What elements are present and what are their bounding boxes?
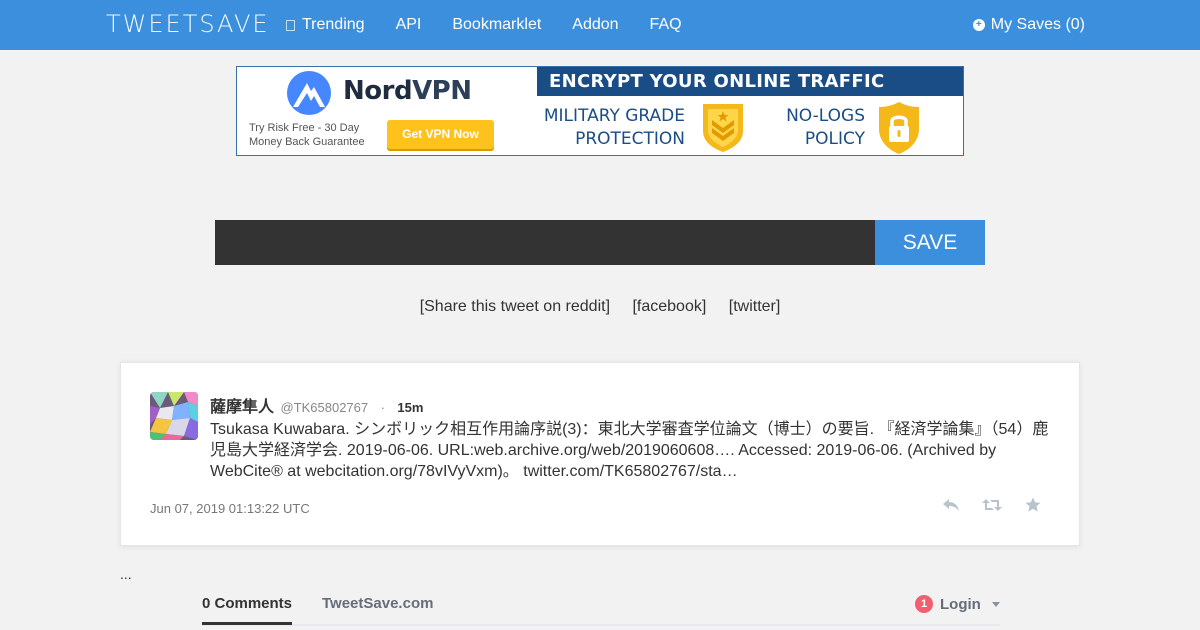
save-button[interactable]: SAVE	[875, 220, 985, 265]
ad-headline: ENCRYPT YOUR ONLINE TRAFFIC	[537, 67, 963, 96]
tweet-header: 薩摩隼人 @TK65802767 · 15m	[210, 393, 423, 417]
comments-divider	[202, 624, 1000, 626]
nordvpn-logo-text: NordVPN	[343, 76, 472, 106]
retweet-icon[interactable]	[982, 496, 1002, 514]
tweet-separator: ·	[380, 400, 385, 415]
nordvpn-mountain-icon	[287, 71, 331, 115]
chevron-down-icon	[991, 601, 1000, 607]
tweet-author-handle[interactable]: @TK65802767	[280, 400, 368, 415]
trending-icon	[286, 19, 295, 31]
tweet-card: 薩摩隼人 @TK65802767 · 15m Tsukasa Kuwabara.…	[120, 362, 1080, 546]
nordvpn-ad-banner[interactable]: NordVPN Try Risk Free - 30 Day Money Bac…	[236, 66, 964, 156]
nav-link-addon[interactable]: Addon	[572, 16, 618, 34]
get-vpn-now-button[interactable]: Get VPN Now	[387, 120, 494, 149]
my-saves-label: My Saves (0)	[990, 16, 1085, 33]
share-links: [Share this tweet on reddit] [facebook] …	[0, 298, 1200, 316]
login-label: Login	[940, 595, 981, 613]
share-facebook-link[interactable]: [facebook]	[632, 298, 706, 315]
ad-feature-no-logs: NO-LOGS POLICY	[786, 106, 865, 149]
nav-links: Trending API Bookmarklet Addon FAQ	[286, 0, 713, 50]
avatar[interactable]	[150, 392, 198, 440]
tweet-text: Tsukasa Kuwabara. シンボリック相互作用論序説(3)：東北大学審…	[210, 421, 1049, 480]
plus-circle-icon: +	[972, 19, 985, 31]
reply-icon[interactable]	[941, 496, 961, 514]
ad-feature-military-grade: MILITARY GRADE PROTECTION	[543, 106, 685, 149]
nav-link-label: Trending	[302, 16, 365, 33]
active-tab-underline	[202, 622, 292, 625]
site-logo[interactable]: TWEETSAVE	[106, 10, 270, 38]
login-dropdown[interactable]: 1 Login	[915, 595, 1000, 613]
nav-link-api[interactable]: API	[396, 16, 422, 34]
notification-badge: 1	[915, 595, 933, 613]
community-tab[interactable]: TweetSave.com	[322, 595, 433, 612]
nav-link-trending[interactable]: Trending	[286, 16, 365, 34]
nav-link-bookmarklet[interactable]: Bookmarklet	[452, 16, 541, 34]
tweet-age[interactable]: 15m	[397, 400, 423, 415]
share-twitter-link[interactable]: [twitter]	[729, 298, 781, 315]
nav-link-faq[interactable]: FAQ	[650, 16, 682, 34]
share-reddit-link[interactable]: [Share this tweet on reddit]	[420, 298, 610, 315]
ad-right-panel: ENCRYPT YOUR ONLINE TRAFFIC MILITARY GRA…	[537, 67, 963, 155]
my-saves-link[interactable]: + My Saves (0)	[972, 0, 1085, 50]
ad-left-panel: NordVPN Try Risk Free - 30 Day Money Bac…	[237, 67, 537, 155]
favorite-icon[interactable]	[1023, 496, 1043, 514]
tweet-actions	[941, 496, 1064, 514]
shield-icon	[699, 101, 747, 158]
tweet-author-name[interactable]: 薩摩隼人	[210, 399, 274, 416]
ad-risk-free-text: Try Risk Free - 30 Day Money Back Guaran…	[249, 122, 365, 148]
ellipsis-text: ...	[120, 566, 132, 582]
tweet-timestamp: Jun 07, 2019 01:13:22 UTC	[150, 501, 310, 516]
comments-count-tab[interactable]: 0 Comments	[202, 595, 292, 612]
tweet-url-input[interactable]	[215, 220, 875, 265]
top-navbar: TWEETSAVE Trending API Bookmarklet Addon…	[0, 0, 1200, 50]
lock-shield-icon	[875, 101, 923, 160]
